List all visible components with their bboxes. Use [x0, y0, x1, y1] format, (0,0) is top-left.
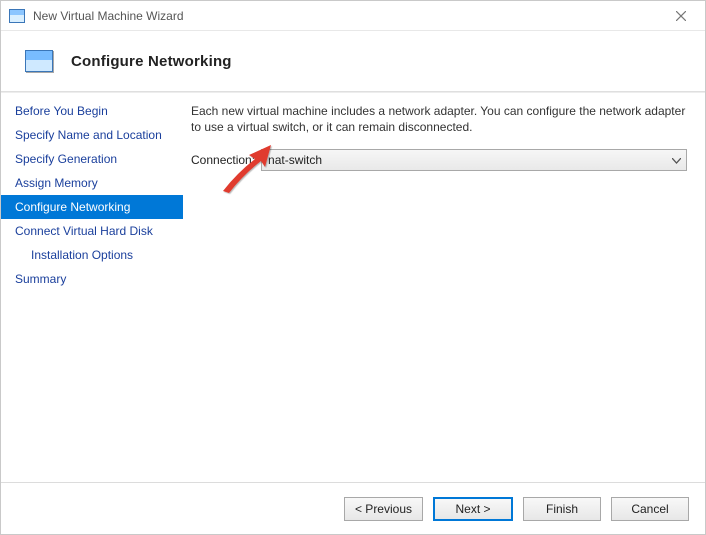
titlebar: New Virtual Machine Wizard [1, 1, 705, 31]
sidebar-item-before-you-begin[interactable]: Before You Begin [1, 99, 183, 123]
connection-label: Connection: [191, 153, 255, 167]
sidebar-item-label: Installation Options [31, 248, 133, 262]
button-label: Cancel [631, 502, 668, 516]
page-title: Configure Networking [71, 53, 232, 70]
wizard-header: Configure Networking [1, 31, 705, 91]
sidebar-item-installation-options[interactable]: Installation Options [1, 243, 183, 267]
sidebar-item-label: Specify Generation [15, 152, 117, 166]
sidebar-item-connect-disk[interactable]: Connect Virtual Hard Disk [1, 219, 183, 243]
sidebar-item-label: Assign Memory [15, 176, 98, 190]
content-pane: Each new virtual machine includes a netw… [183, 93, 705, 482]
sidebar-item-label: Before You Begin [15, 104, 108, 118]
sidebar-item-label: Summary [15, 272, 66, 286]
button-label: Next > [455, 502, 490, 516]
previous-button[interactable]: < Previous [344, 497, 423, 521]
close-icon [676, 11, 686, 21]
sidebar-item-label: Configure Networking [15, 200, 130, 214]
sidebar-item-specify-name[interactable]: Specify Name and Location [1, 123, 183, 147]
wizard-window: New Virtual Machine Wizard Configure Net… [0, 0, 706, 535]
footer: < Previous Next > Finish Cancel [1, 482, 705, 534]
button-label: Finish [546, 502, 578, 516]
sidebar-item-configure-networking[interactable]: Configure Networking [1, 195, 183, 219]
description-text: Each new virtual machine includes a netw… [191, 103, 687, 135]
window-title: New Virtual Machine Wizard [33, 9, 184, 23]
connection-value: nat-switch [268, 153, 322, 167]
connection-dropdown[interactable]: nat-switch [261, 149, 687, 171]
connection-row: Connection: nat-switch [191, 149, 687, 171]
close-button[interactable] [663, 3, 699, 29]
finish-button[interactable]: Finish [523, 497, 601, 521]
button-label: < Previous [355, 502, 412, 516]
sidebar-item-label: Connect Virtual Hard Disk [15, 224, 153, 238]
chevron-down-icon [672, 153, 681, 167]
sidebar-item-assign-memory[interactable]: Assign Memory [1, 171, 183, 195]
sidebar-item-label: Specify Name and Location [15, 128, 162, 142]
monitor-icon [25, 50, 53, 72]
sidebar: Before You Begin Specify Name and Locati… [1, 93, 183, 482]
wizard-body: Before You Begin Specify Name and Locati… [1, 93, 705, 482]
sidebar-item-specify-generation[interactable]: Specify Generation [1, 147, 183, 171]
cancel-button[interactable]: Cancel [611, 497, 689, 521]
sidebar-item-summary[interactable]: Summary [1, 267, 183, 291]
next-button[interactable]: Next > [433, 497, 513, 521]
app-icon [9, 9, 25, 23]
